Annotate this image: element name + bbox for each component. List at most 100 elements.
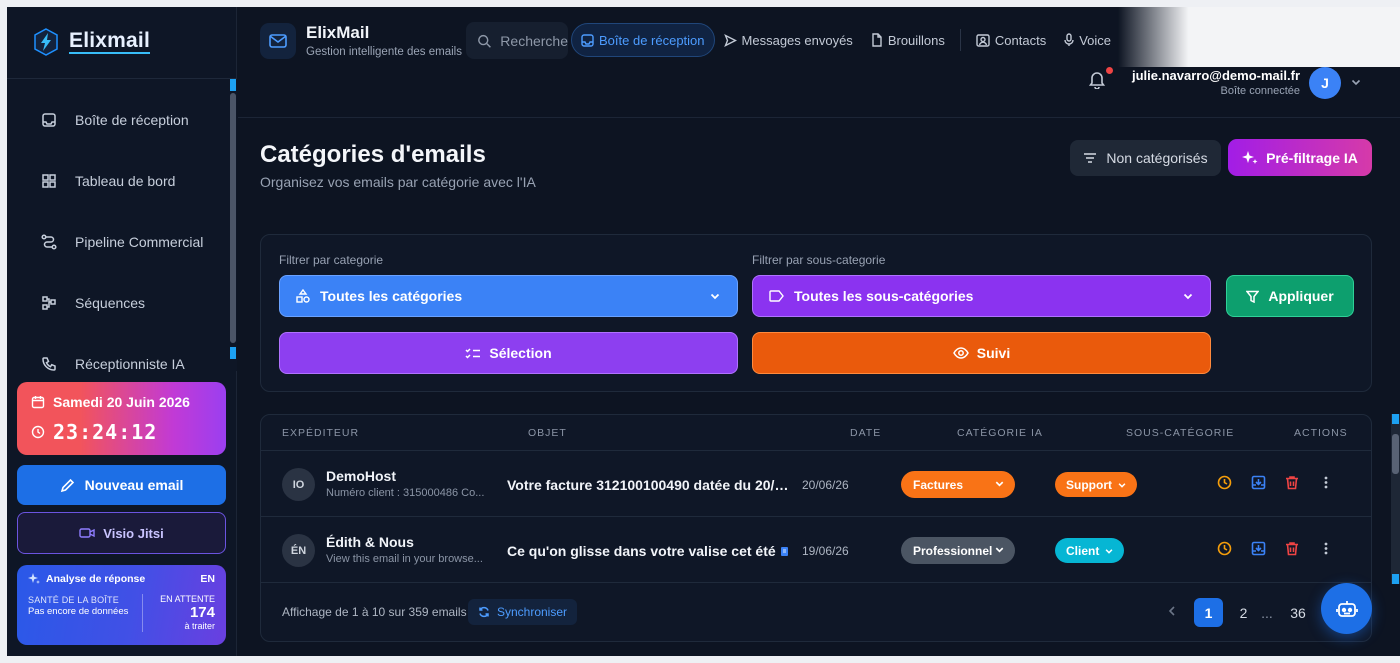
archive-icon[interactable] [1251, 541, 1266, 556]
user-email: julie.navarro@demo-mail.fr [1132, 68, 1300, 83]
col-subcategory[interactable]: SOUS-CATÉGORIE [1126, 427, 1234, 439]
sidebar-item-label: Tableau de bord [75, 172, 176, 189]
sidebar-scroll-thumb[interactable] [230, 93, 236, 343]
sidebar-item-label: Réceptionniste IA [75, 355, 185, 372]
col-date[interactable]: DATE [850, 427, 881, 439]
calendar-icon [31, 396, 45, 409]
search-placeholder: Recherche [500, 32, 568, 49]
tab-inbox[interactable]: Boîte de réception [571, 23, 715, 57]
avatar[interactable]: J [1309, 67, 1341, 99]
scroll-down-arrow[interactable] [1392, 574, 1399, 584]
inbox-icon [581, 33, 594, 47]
tab-contacts[interactable]: Contacts [967, 23, 1055, 57]
col-category[interactable]: CATÉGORIE IA [957, 427, 1043, 439]
response-analysis-card[interactable]: Analyse de réponse EN SANTÉ DE LA BOÎTE … [17, 565, 226, 645]
tab-divider [959, 29, 961, 51]
subcategory-dropdown[interactable]: Support [1055, 472, 1137, 497]
email-subject[interactable]: Votre facture 312100100490 datée du 20/0… [507, 477, 792, 493]
subcategory-select[interactable]: Toutes les sous-catégories [752, 275, 1211, 317]
page-ellipsis: ... [1261, 604, 1273, 621]
top-header: ElixMail Gestion intelligente des emails… [238, 7, 1400, 118]
uncategorized-button[interactable]: Non catégorisés [1070, 140, 1221, 176]
email-subject[interactable]: Ce qu'on glisse dans votre valise cet ét… [507, 543, 792, 559]
visio-jitsi-button[interactable]: Visio Jitsi [17, 512, 226, 554]
apply-button[interactable]: Appliquer [1226, 275, 1354, 317]
col-sender[interactable]: EXPÉDITEUR [282, 427, 359, 439]
scroll-up-arrow[interactable] [1392, 414, 1399, 424]
selection-button[interactable]: Sélection [279, 332, 738, 374]
ai-prefilter-button[interactable]: Pré-filtrage IA [1228, 139, 1372, 176]
clock-icon[interactable] [1217, 475, 1232, 490]
category-dropdown[interactable]: Factures [901, 471, 1015, 498]
category-dropdown[interactable]: Professionnel [901, 537, 1015, 564]
sender-name: DemoHost [326, 468, 397, 484]
main-scroll-thumb[interactable] [1392, 434, 1399, 474]
sidebar-item-pipeline[interactable]: Pipeline Commercial [7, 211, 229, 272]
main-scrollbar[interactable] [1391, 414, 1400, 584]
bell-icon[interactable] [1088, 69, 1106, 89]
search-input[interactable]: Recherche [466, 22, 568, 59]
page-1-button[interactable]: 1 [1194, 598, 1223, 627]
category-select[interactable]: Toutes les catégories [279, 275, 738, 317]
email-date: 20/06/26 [802, 478, 849, 492]
page-36-button[interactable]: 36 [1283, 598, 1313, 627]
tab-voice[interactable]: Voice [1055, 23, 1120, 57]
apply-label: Appliquer [1268, 288, 1334, 304]
chevron-down-icon [995, 547, 1004, 553]
user-status: Boîte connectée [1220, 85, 1300, 97]
table-header: EXPÉDITEUR OBJET DATE CATÉGORIE IA SOUS-… [261, 415, 1371, 451]
clock-icon[interactable] [1217, 541, 1232, 556]
sparkles-icon [28, 573, 40, 584]
scroll-up-arrow[interactable] [230, 79, 236, 91]
more-vertical-icon[interactable] [1323, 541, 1329, 556]
checklist-icon [465, 347, 481, 359]
email-date: 19/06/26 [802, 544, 849, 558]
archive-icon[interactable] [1251, 475, 1266, 490]
trash-icon[interactable] [1285, 475, 1299, 490]
send-icon [723, 33, 737, 47]
dashboard-icon [42, 173, 56, 188]
sidebar-item-dashboard[interactable]: Tableau de bord [7, 150, 229, 211]
app-window: Elixmail Boîte de réception Tableau de b… [7, 7, 1400, 656]
logo[interactable]: Elixmail [31, 27, 150, 57]
sidebar-item-inbox[interactable]: Boîte de réception [7, 89, 229, 150]
page-title: Catégories d'emails [260, 141, 486, 168]
sync-label: Synchroniser [496, 605, 568, 619]
contact-card-icon [976, 33, 990, 47]
chevron-down-icon [1118, 482, 1126, 488]
scroll-down-arrow[interactable] [230, 347, 236, 359]
lightning-logo-icon [34, 28, 58, 56]
inbox-icon [42, 112, 56, 127]
col-subject[interactable]: OBJET [528, 427, 567, 439]
category-value: Factures [913, 477, 964, 492]
subcategory-dropdown[interactable]: Client [1055, 538, 1125, 563]
sender-avatar: ÉN [282, 534, 315, 567]
sidebar-item-sequences[interactable]: Séquences [7, 272, 229, 333]
sidebar: Elixmail Boîte de réception Tableau de b… [7, 7, 237, 656]
ai-assistant-button[interactable] [1321, 583, 1372, 634]
chevron-left-icon[interactable] [1167, 605, 1177, 617]
new-email-button[interactable]: Nouveau email [17, 465, 226, 505]
current-time: 23:24:12 [53, 420, 158, 444]
health-title: Analyse de réponse [46, 573, 146, 585]
chevron-down-icon [710, 293, 720, 300]
sender-avatar: IO [282, 468, 315, 501]
visio-label: Visio Jitsi [103, 525, 164, 541]
follow-up-button[interactable]: Suivi [752, 332, 1211, 374]
notification-dot [1106, 67, 1113, 74]
chevron-down-icon[interactable] [1350, 76, 1362, 88]
trash-icon[interactable] [1285, 541, 1299, 556]
robot-icon [1335, 600, 1358, 617]
sync-button[interactable]: Synchroniser [468, 599, 577, 625]
filter-lines-icon [1084, 153, 1097, 163]
page-2-button[interactable]: 2 [1229, 598, 1258, 627]
subcategory-filter-label: Filtrer par sous-categorie [752, 253, 886, 267]
category-select-value: Toutes les catégories [320, 288, 463, 304]
table-row[interactable]: IO DemoHost Numéro client : 315000486 Co… [261, 451, 1371, 517]
table-row[interactable]: ÉN Édith & Nous View this email in your … [261, 517, 1371, 583]
subcategory-select-value: Toutes les sous-catégories [794, 288, 974, 304]
more-vertical-icon[interactable] [1323, 475, 1329, 490]
pencil-icon [60, 478, 74, 492]
tab-drafts[interactable]: Brouillons [862, 23, 954, 57]
tab-sent[interactable]: Messages envoyés [715, 23, 862, 57]
